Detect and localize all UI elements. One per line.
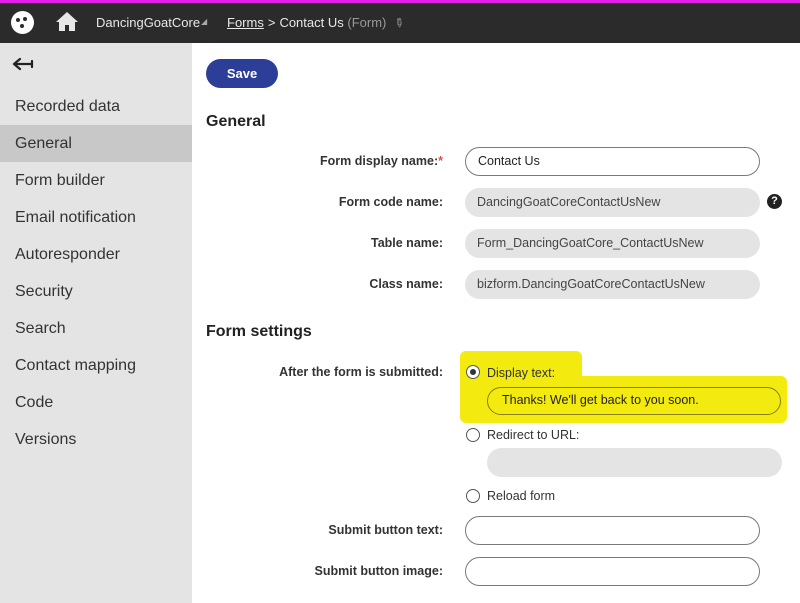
sidebar: Recorded data General Form builder Email…: [0, 43, 192, 603]
pin-icon[interactable]: ✎: [391, 14, 408, 31]
help-icon[interactable]: ?: [767, 194, 782, 209]
form-settings-section-title: Form settings: [206, 323, 312, 340]
sidebar-item-code[interactable]: Code: [0, 384, 192, 421]
submit-button-image-label: Submit button image:: [314, 564, 443, 578]
sidebar-item-autoresponder[interactable]: Autoresponder: [0, 236, 192, 273]
sidebar-item-versions[interactable]: Versions: [0, 421, 192, 458]
table-name-field: Form_DancingGoatCore_ContactUsNew: [465, 229, 760, 258]
required-marker: *: [438, 154, 443, 168]
breadcrumb-object-type: (Form): [347, 15, 387, 30]
redirect-url-field[interactable]: [487, 448, 782, 477]
sidebar-item-search[interactable]: Search: [0, 310, 192, 347]
display-text-radio[interactable]: [466, 365, 480, 379]
site-caret-icon[interactable]: ◢: [201, 17, 207, 26]
sidebar-item-contact-mapping[interactable]: Contact mapping: [0, 347, 192, 384]
class-name-field: bizform.DancingGoatCoreContactUsNew: [465, 270, 760, 299]
home-icon[interactable]: [55, 10, 79, 32]
sidebar-item-recorded-data[interactable]: Recorded data: [0, 88, 192, 125]
breadcrumb-forms-link[interactable]: Forms: [227, 15, 264, 30]
redirect-url-radio[interactable]: [466, 428, 480, 442]
form-code-name-field: DancingGoatCoreContactUsNew: [465, 188, 760, 217]
breadcrumb: Forms > Contact Us (Form) ✎: [227, 14, 408, 31]
submit-button-text-label: Submit button text:: [328, 523, 443, 537]
display-text-field[interactable]: Thanks! We'll get back to you soon.: [487, 387, 781, 415]
app-logo-icon[interactable]: [11, 11, 34, 34]
reload-form-radio-label[interactable]: Reload form: [487, 489, 555, 503]
breadcrumb-separator: >: [267, 15, 276, 30]
sidebar-item-email-notification[interactable]: Email notification: [0, 199, 192, 236]
breadcrumb-current: Contact Us: [279, 15, 344, 30]
submit-button-text-field[interactable]: [465, 516, 760, 545]
sidebar-item-general[interactable]: General: [0, 125, 192, 162]
after-submit-label: After the form is submitted:: [279, 365, 443, 379]
redirect-url-radio-label[interactable]: Redirect to URL:: [487, 428, 579, 442]
save-button[interactable]: Save: [206, 59, 278, 88]
class-name-label: Class name:: [369, 277, 443, 291]
site-selector[interactable]: DancingGoatCore: [96, 15, 200, 30]
form-display-name-label: Form display name:*: [320, 154, 443, 168]
display-text-radio-label[interactable]: Display text:: [487, 366, 555, 380]
reload-form-radio[interactable]: [466, 489, 480, 503]
general-section-title: General: [206, 113, 266, 130]
sidebar-item-form-builder[interactable]: Form builder: [0, 162, 192, 199]
submit-button-image-field[interactable]: [465, 557, 760, 586]
form-code-name-label: Form code name:: [338, 195, 443, 209]
top-bar: DancingGoatCore ◢ Forms > Contact Us (Form…: [0, 0, 800, 43]
sidebar-item-security[interactable]: Security: [0, 273, 192, 310]
form-display-name-field[interactable]: Contact Us: [465, 147, 760, 176]
table-name-label: Table name:: [370, 236, 443, 250]
back-arrow-icon[interactable]: [12, 54, 34, 74]
